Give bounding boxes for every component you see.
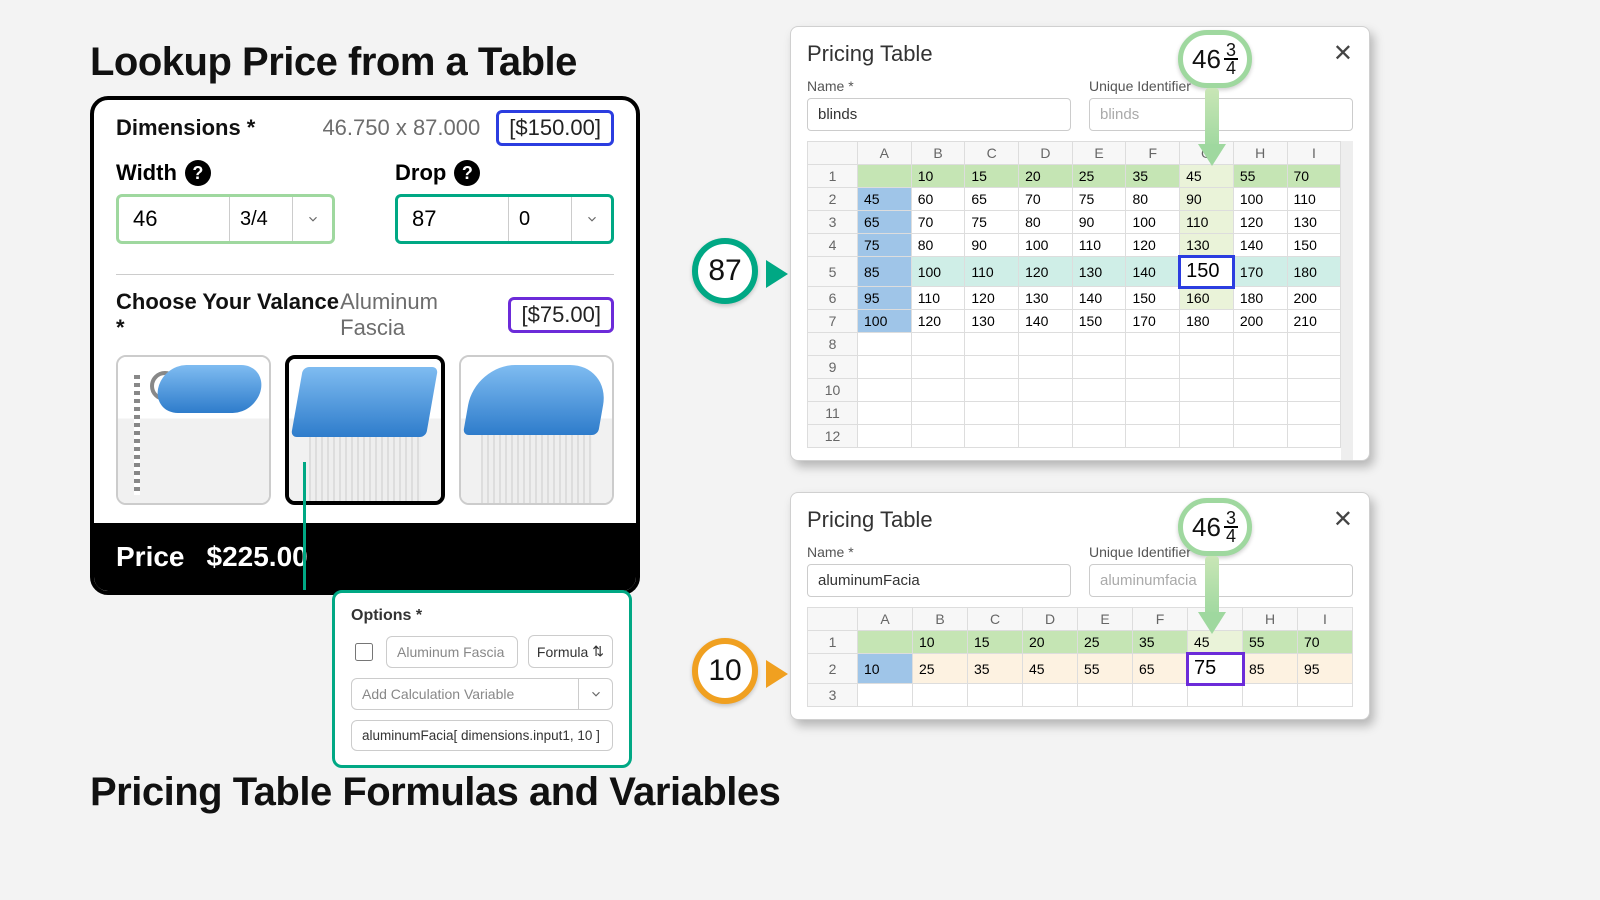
formula-display[interactable]: aluminumFacia[ dimensions.input1, 10 ] (351, 720, 613, 751)
lookup-cell-75: 75 (1188, 654, 1243, 684)
add-variable-input[interactable]: Add Calculation Variable (351, 678, 579, 710)
pricing-table-title: Pricing Table (807, 41, 933, 67)
options-popout: Options * Aluminum Fascia Formula⇅ Add C… (332, 590, 632, 768)
drop-callout: 87 (692, 238, 758, 304)
help-icon[interactable]: ? (454, 160, 480, 186)
uid-input[interactable]: aluminumfacia (1089, 564, 1353, 597)
name-input[interactable]: blinds (807, 98, 1071, 131)
help-icon[interactable]: ? (185, 160, 211, 186)
price-bar: Price $225.00 (94, 523, 636, 591)
valance-option-3[interactable] (459, 355, 614, 505)
drop-label: Drop (395, 160, 446, 186)
pricing-table-title: Pricing Table (807, 507, 933, 533)
width-dropdown-icon[interactable] (292, 197, 332, 241)
dimensions-value: 46.750 x 87.000 (322, 115, 480, 141)
arrow-right-icon (766, 660, 788, 688)
valance-option-2[interactable] (285, 355, 444, 505)
heading-formulas: Pricing Table Formulas and Variables (90, 770, 780, 815)
valance-price-badge: [$75.00] (508, 297, 614, 333)
valance-selected: Aluminum Fascia (340, 289, 492, 341)
pricing-grid-1[interactable]: ABCDEFGHI 11015202535455570 245606570758… (807, 141, 1341, 448)
drop-input[interactable]: 87 0 (395, 194, 614, 244)
scrollbar[interactable] (1341, 141, 1353, 460)
option-checkbox[interactable] (355, 643, 373, 661)
drop-fraction[interactable]: 0 (509, 197, 571, 241)
arrow-down-icon (1198, 612, 1226, 634)
name-label: Name * (807, 78, 1071, 94)
product-card: Dimensions * 46.750 x 87.000 [$150.00] W… (90, 96, 640, 595)
close-icon[interactable]: ✕ (1333, 505, 1353, 534)
name-input[interactable]: aluminumFacia (807, 564, 1071, 597)
drop-value[interactable]: 87 (398, 197, 509, 241)
arrow-stem (1205, 556, 1219, 616)
price-value: $225.00 (207, 541, 308, 573)
pricing-table-panel-2: Pricing Table ✕ Name * aluminumFacia Uni… (790, 492, 1370, 720)
option-name-input[interactable]: Aluminum Fascia (386, 636, 518, 668)
width-callout: 4634 (1178, 498, 1252, 556)
width-fraction[interactable]: 3/4 (230, 197, 292, 241)
width-callout: 4634 (1178, 30, 1252, 88)
options-title: Options * (351, 607, 613, 625)
option-type-select[interactable]: Formula⇅ (528, 635, 613, 668)
width-value[interactable]: 46 (119, 197, 230, 241)
row-callout: 10 (692, 638, 758, 704)
width-label: Width (116, 160, 177, 186)
arrow-down-icon (1198, 144, 1226, 166)
lookup-cell-150: 150 (1180, 257, 1234, 287)
close-icon[interactable]: ✕ (1333, 39, 1353, 68)
dimensions-label: Dimensions * (116, 115, 255, 141)
heading-lookup: Lookup Price from a Table (90, 40, 577, 85)
uid-input[interactable]: blinds (1089, 98, 1353, 131)
price-label: Price (116, 541, 185, 573)
valance-option-1[interactable] (116, 355, 271, 505)
connector-line (303, 462, 306, 590)
width-input[interactable]: 46 3/4 (116, 194, 335, 244)
name-label: Name * (807, 544, 1071, 560)
drop-dropdown-icon[interactable] (571, 197, 611, 241)
valance-label: Choose Your Valance * (116, 289, 340, 341)
dimensions-price-badge: [$150.00] (496, 110, 614, 146)
pricing-grid-2[interactable]: ABCDEFGHI 11015202535455570 210253545556… (807, 607, 1353, 707)
arrow-right-icon (766, 260, 788, 288)
pricing-table-panel-1: Pricing Table ✕ Name * blinds Unique Ide… (790, 26, 1370, 461)
add-variable-dropdown-icon[interactable] (579, 678, 613, 710)
arrow-stem (1205, 88, 1219, 148)
